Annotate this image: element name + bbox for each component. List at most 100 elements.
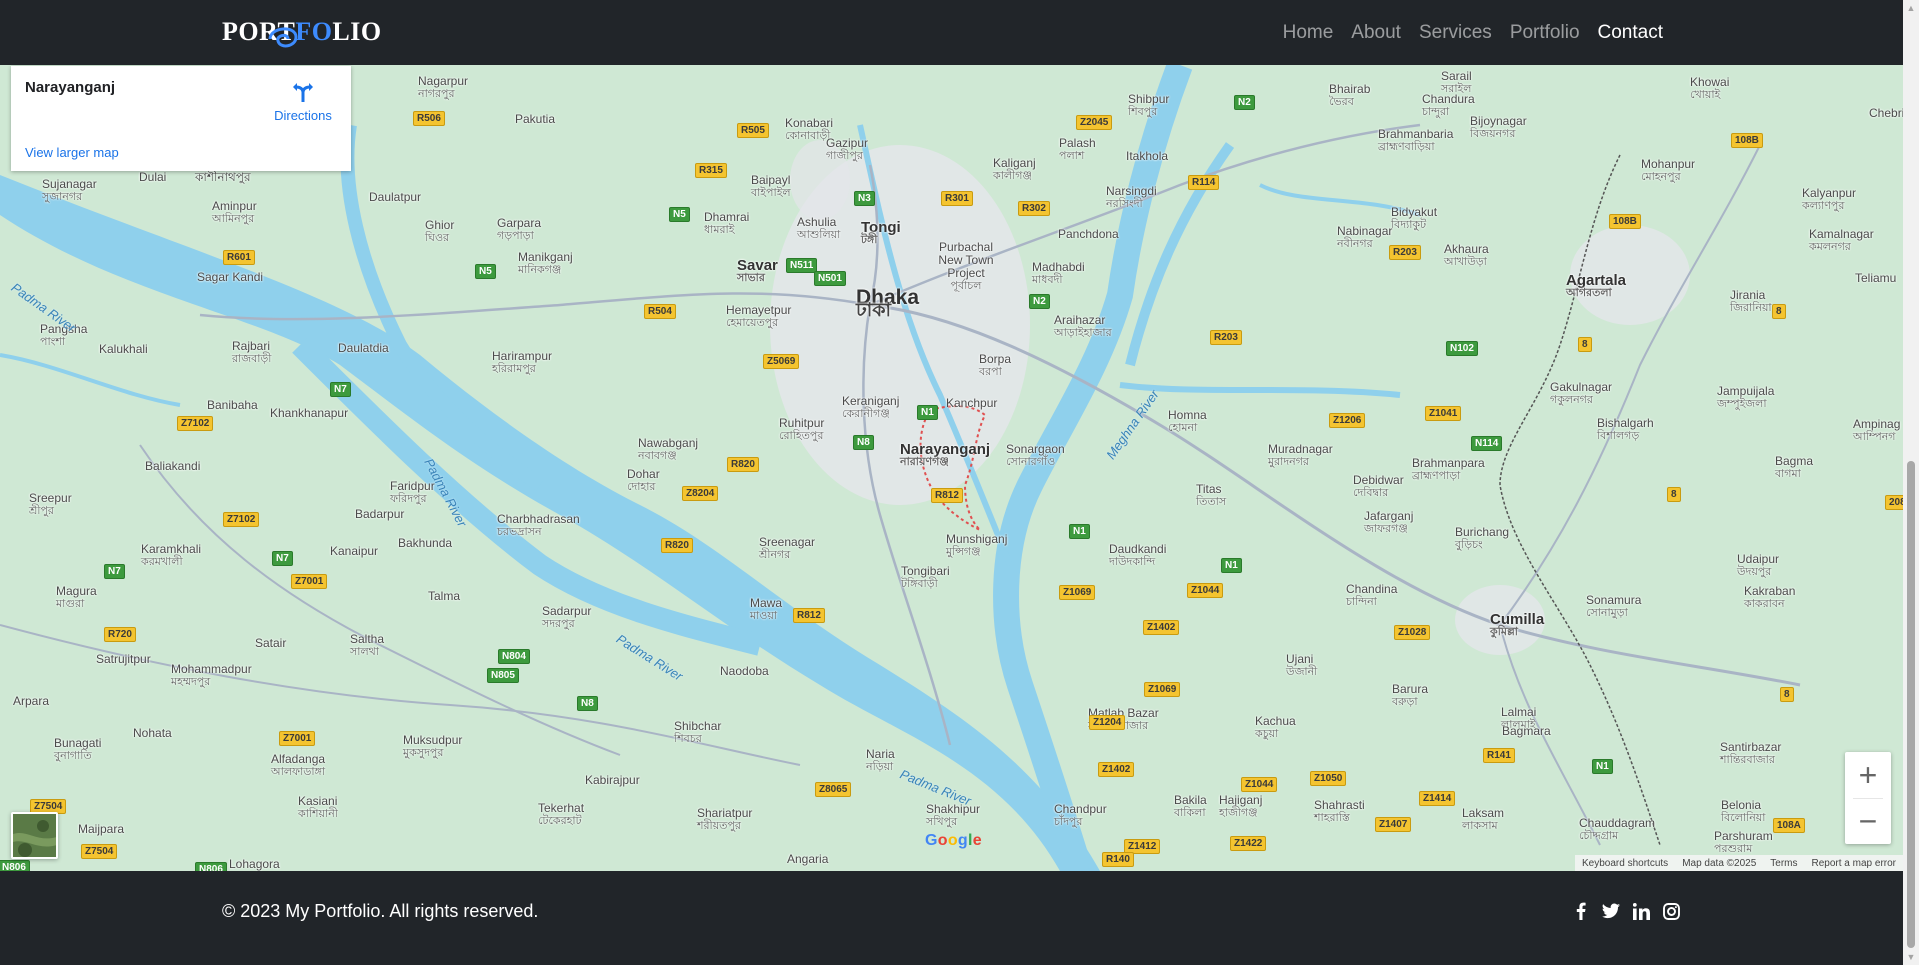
place-magura: Magura মাগুরা	[56, 584, 97, 611]
place-shariatpur: Shariatpur শরীয়তপুর	[697, 806, 753, 833]
road-shield: Z1422	[1230, 836, 1267, 851]
place-itakhola: Itakhola	[1126, 149, 1169, 163]
facebook-icon[interactable]	[1572, 901, 1590, 921]
place-ruhitpur: Ruhitpur রোহিতপুর	[779, 416, 825, 443]
place-bagma: Bagma বাগমা	[1775, 454, 1814, 481]
place-laksam: Laksam লাকসাম	[1462, 806, 1505, 833]
place-sonamura: Sonamura সোনামুড়া	[1586, 593, 1642, 620]
terms-link[interactable]: Terms	[1763, 858, 1804, 869]
place-savar: Savar সাভার	[737, 257, 778, 284]
place-jafarganj: Jafarganj জাফরগঞ্জ	[1364, 509, 1414, 536]
place-daulatdia: Daulatdia	[338, 341, 389, 355]
place-bagmara: Bagmara	[1502, 724, 1551, 738]
place-sonargaon: Sonargaon সোনারগাঁও	[1006, 442, 1065, 469]
road-shield: R141	[1483, 748, 1515, 763]
road-shield: 108A	[1773, 818, 1805, 833]
place-banibaha: Banibaha	[207, 398, 258, 412]
place-ghior: Ghior ঘিওর	[425, 218, 455, 245]
map-attribution: Keyboard shortcuts Map data ©2025 Terms …	[1575, 855, 1903, 871]
place-brahmanpara: Brahmanpara ব্রাহ্মণপাড়া	[1412, 456, 1485, 483]
road-shield: 108B	[1609, 214, 1641, 229]
place-khankhanapur: Khankhanapur	[270, 406, 349, 420]
road-shield: N1	[1592, 759, 1613, 774]
directions-button[interactable]: Directions	[268, 80, 338, 123]
road-shield: R506	[413, 111, 445, 126]
road-shield: R812	[793, 608, 825, 623]
place-udaipur: Udaipur উদয়পুর	[1737, 552, 1780, 579]
road-shield: N7	[272, 551, 293, 566]
road-shield: N8	[853, 435, 874, 450]
road-shield: Z7001	[279, 731, 316, 746]
road-shield: Z1050	[1310, 771, 1347, 786]
zoom-out-button[interactable]: −	[1845, 798, 1891, 844]
footer: © 2023 My Portfolio. All rights reserved…	[0, 871, 1903, 965]
place-muksudpur: Muksudpur মুকসুদপুর	[403, 733, 463, 760]
nav-portfolio[interactable]: Portfolio	[1501, 22, 1589, 44]
twitter-icon[interactable]	[1602, 901, 1620, 921]
place-ujani: Ujani উজানী	[1286, 652, 1318, 679]
place-debidwar: Debidwar দেবিদ্বার	[1353, 473, 1404, 500]
place-sadarpur: Sadarpur সদরপুর	[542, 604, 592, 631]
place-chandpur: Chandpur চাঁদপুর	[1054, 802, 1107, 829]
place-pakutia: Pakutia	[515, 112, 556, 126]
nav-home[interactable]: Home	[1274, 22, 1343, 44]
zoom-in-button[interactable]: +	[1845, 752, 1891, 798]
view-larger-map-link[interactable]: View larger map	[25, 145, 119, 160]
zoom-control: + −	[1845, 752, 1891, 844]
place-akhaura: Akhaura আখাউড়া	[1444, 242, 1489, 269]
place-munshiganj: Munshiganj মুন্সিগঞ্জ	[946, 532, 1008, 559]
place-charbhadrasan: Charbhadrasan চরভদ্রাসন	[497, 512, 580, 539]
road-shield: R820	[727, 457, 759, 472]
satellite-toggle[interactable]	[11, 812, 58, 859]
road-shield: Z7102	[177, 416, 214, 431]
place-nagarpur: Nagarpur নাগরপুর	[418, 74, 469, 101]
place-karamkhali: Karamkhali করমখালী	[141, 542, 202, 569]
road-shield: N511	[786, 258, 818, 273]
place-saltha: Saltha সালথা	[350, 632, 385, 659]
navbar: PORTFOLIO Home About Services Portfolio …	[0, 0, 1903, 65]
place-sujanagar: Sujanagar সুজানগর	[42, 177, 97, 204]
place-palash: Palash পলাশ	[1059, 136, 1096, 163]
road-shield: Z1041	[1425, 406, 1462, 421]
place-barura: Barura বরুড়া	[1392, 682, 1429, 709]
instagram-icon[interactable]	[1662, 901, 1680, 921]
place-angaria: Angaria	[787, 852, 829, 866]
place-burichang: Burichang বুড়িচং	[1455, 525, 1510, 552]
scroll-down-arrow-icon[interactable]: ▼	[1903, 949, 1919, 965]
place-purbachal: Purbachal New Town Project পূর্বাচল	[938, 240, 994, 293]
road-shield: N8	[577, 696, 598, 711]
nav-services[interactable]: Services	[1410, 22, 1501, 44]
place-bakila: Bakila বাকিলা	[1174, 793, 1207, 820]
place-sagarkandi: Sagar Kandi	[197, 270, 264, 284]
place-homna: Homna হোমনা	[1168, 408, 1207, 435]
brand-logo[interactable]: PORTFOLIO	[222, 14, 382, 50]
report-error-link[interactable]: Report a map error	[1805, 858, 1903, 869]
road-shield: Z7001	[291, 574, 328, 589]
place-kabirajpur: Kabirajpur	[585, 773, 640, 787]
embedded-map[interactable]: Nagarpur নাগরপুর Pakutia Konabari কোনাবাড়…	[0, 65, 1903, 871]
place-kakraban: Kakraban কাকরাবন	[1744, 584, 1796, 611]
place-shakhipur: Shakhipur সখিপুর	[926, 802, 981, 829]
place-hajiganj: Hajiganj হাজীগঞ্জ	[1219, 793, 1263, 820]
scroll-up-arrow-icon[interactable]: ▲	[1903, 0, 1919, 16]
place-bishalgarh: Bishalgarh বিশালগড়	[1597, 416, 1654, 443]
place-kanchpur: Kanchpur	[946, 396, 998, 410]
road-shield: Z1407	[1375, 817, 1412, 832]
road-shield: Z1414	[1419, 791, 1456, 806]
nav-about[interactable]: About	[1342, 22, 1410, 44]
satellite-thumbnail-icon	[13, 814, 56, 857]
road-shield: R504	[644, 304, 676, 319]
scrollbar-thumb[interactable]	[1907, 461, 1915, 948]
place-chebri: Chebri	[1869, 106, 1903, 120]
road-shield: R203	[1389, 245, 1421, 260]
place-tekerhat: Tekerhat টেকেরহাট	[538, 801, 585, 828]
nav-contact[interactable]: Contact	[1589, 22, 1672, 44]
place-bijoynagar: Bijoynagar বিজয়নগর	[1470, 114, 1527, 141]
place-jampuijala: Jampuijala জম্পুইজলা	[1717, 384, 1775, 411]
place-satrujitpur: Satrujitpur	[96, 652, 151, 666]
road-shield: N2	[1029, 294, 1050, 309]
keyboard-shortcuts-link[interactable]: Keyboard shortcuts	[1575, 858, 1675, 869]
page-scrollbar[interactable]: ▲ ▼	[1903, 0, 1919, 965]
linkedin-icon[interactable]	[1632, 901, 1650, 921]
place-satair: Satair	[255, 636, 287, 650]
